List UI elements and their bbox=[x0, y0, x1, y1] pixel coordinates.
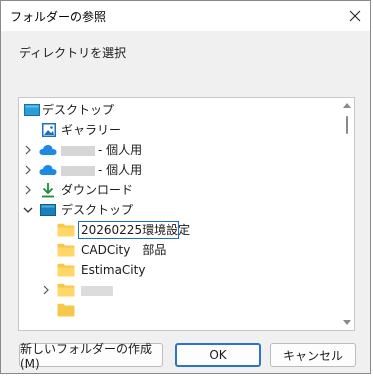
tree-item-label: 20260225環境設定 bbox=[81, 223, 191, 237]
redacted-account-name bbox=[61, 165, 95, 176]
gallery-icon bbox=[40, 122, 58, 138]
tree-item-label: ダウンロード bbox=[61, 183, 134, 197]
cancel-button[interactable]: キャンセル bbox=[270, 343, 356, 367]
tree-item-label: CADCity 部品 bbox=[81, 243, 167, 257]
tree-item-onedrive-1[interactable]: - 個人用 bbox=[19, 140, 341, 160]
scroll-down-arrow-icon[interactable] bbox=[343, 320, 351, 326]
instruction-text: ディレクトリを選択 bbox=[19, 46, 127, 60]
tree-item-folder-selected[interactable]: 20260225環境設定 bbox=[19, 220, 341, 240]
chevron-right-icon[interactable] bbox=[23, 145, 33, 155]
desktop-icon bbox=[23, 102, 41, 118]
tree-item-folder-cadcity[interactable]: CADCity 部品 bbox=[19, 240, 341, 260]
download-icon bbox=[39, 182, 57, 198]
new-folder-button[interactable]: 新しいフォルダーの作成(M) bbox=[19, 342, 163, 371]
folder-icon bbox=[57, 302, 75, 318]
chevron-right-icon[interactable] bbox=[41, 285, 51, 295]
scroll-thumb[interactable] bbox=[346, 116, 348, 134]
folder-icon bbox=[57, 282, 75, 298]
folder-tree[interactable]: デスクトップ ギャラリー - 個人用 - 個人用 ダウンロード デスクトップ 2… bbox=[18, 97, 355, 331]
chevron-down-icon[interactable] bbox=[23, 205, 33, 215]
dialog-title: フォルダーの参照 bbox=[10, 10, 107, 24]
folder-icon bbox=[57, 262, 75, 278]
tree-item-desktop[interactable]: デスクトップ bbox=[19, 200, 341, 220]
tree-item-label: EstimaCity bbox=[81, 263, 146, 277]
tree-item-onedrive-2[interactable]: - 個人用 bbox=[19, 160, 341, 180]
tree-item-gallery[interactable]: ギャラリー bbox=[19, 120, 341, 140]
tree-item-folder-redacted[interactable] bbox=[19, 280, 341, 300]
folder-browse-dialog: フォルダーの参照 ディレクトリを選択 デスクトップ ギャラリー - 個人用 - … bbox=[0, 0, 371, 374]
ok-button[interactable]: OK bbox=[175, 343, 261, 367]
tree-item-label: - 個人用 bbox=[98, 163, 143, 177]
desktop-icon bbox=[39, 202, 57, 218]
folder-icon bbox=[57, 242, 75, 258]
tree-scrollbar[interactable] bbox=[340, 98, 354, 330]
tree-item-label: - 個人用 bbox=[98, 143, 143, 157]
redacted-account-name bbox=[61, 145, 95, 156]
dialog-body: ディレクトリを選択 デスクトップ ギャラリー - 個人用 - 個人用 ダウンロー… bbox=[1, 31, 370, 373]
close-button[interactable] bbox=[340, 1, 370, 31]
onedrive-cloud-icon bbox=[39, 142, 57, 158]
tree-item-label: ギャラリー bbox=[61, 123, 122, 137]
chevron-right-icon[interactable] bbox=[23, 165, 33, 175]
tree-item-desktop-root[interactable]: デスクトップ bbox=[19, 100, 341, 120]
close-icon bbox=[349, 10, 361, 22]
tree-item-folder-partial[interactable] bbox=[19, 300, 341, 320]
folder-icon bbox=[57, 222, 75, 238]
tree-item-downloads[interactable]: ダウンロード bbox=[19, 180, 341, 200]
onedrive-cloud-icon bbox=[39, 162, 57, 178]
tree-item-label: デスクトップ bbox=[61, 203, 134, 217]
scroll-up-arrow-icon[interactable] bbox=[343, 102, 351, 108]
title-bar: フォルダーの参照 bbox=[1, 1, 370, 31]
tree-item-label: デスクトップ bbox=[42, 103, 115, 117]
redacted-folder-name bbox=[81, 285, 113, 296]
chevron-right-icon[interactable] bbox=[23, 185, 33, 195]
tree-item-folder-estimacity[interactable]: EstimaCity bbox=[19, 260, 341, 280]
